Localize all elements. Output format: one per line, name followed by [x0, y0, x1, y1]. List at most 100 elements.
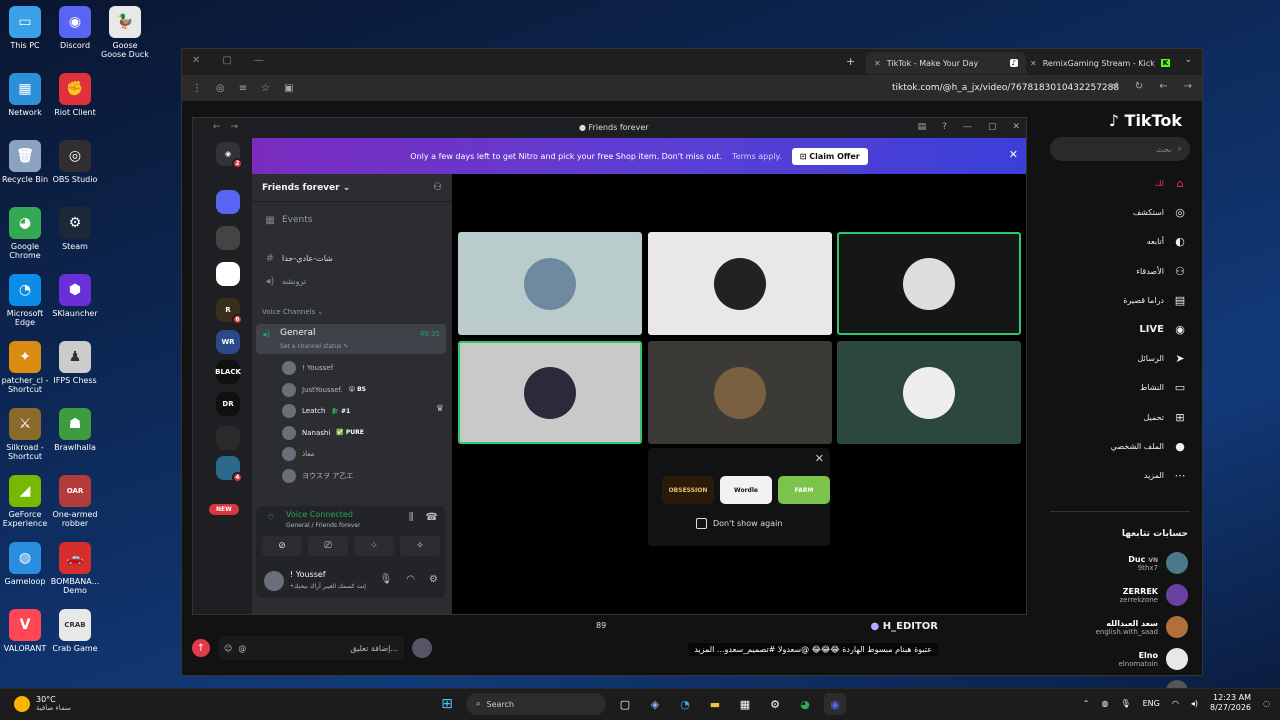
- clock[interactable]: 12:23 AM 8/27/2026: [1210, 693, 1251, 714]
- direct-messages-button[interactable]: ◉ 2: [216, 142, 243, 169]
- gear-icon[interactable]: ⚙: [429, 574, 438, 585]
- microphone-icon[interactable]: 🎙: [1120, 699, 1130, 708]
- terms-link[interactable]: Terms apply.: [732, 152, 782, 161]
- desktop-icon[interactable]: ♟ IFPS Chess: [50, 341, 100, 385]
- voice-user[interactable]: ヨウスヲ ア乙エ: [282, 466, 353, 486]
- voice-channel[interactable]: ◂) ترونشه: [260, 271, 444, 291]
- desktop-icon[interactable]: ☗ Brawlhalla: [50, 408, 100, 452]
- participant-tile[interactable]: [458, 341, 642, 444]
- desktop-icon[interactable]: ◢ GeForce Experience: [0, 475, 50, 528]
- copilot-icon[interactable]: ◈: [644, 693, 666, 715]
- participant-tile[interactable]: [837, 232, 1021, 335]
- voice-user[interactable]: ! Youssef: [282, 358, 333, 378]
- nav-item[interactable]: لك ⌂: [1048, 169, 1188, 198]
- start-icon[interactable]: ⊞: [436, 693, 458, 715]
- server-icon[interactable]: [216, 262, 240, 286]
- participant-tile[interactable]: [648, 232, 832, 335]
- new-tab-icon[interactable]: +: [846, 55, 855, 68]
- server-header[interactable]: Friends forever ⌄ ⚇: [252, 174, 452, 202]
- help-icon[interactable]: ?: [942, 122, 947, 132]
- voice-user[interactable]: Leatch 🐉 #1: [282, 401, 350, 421]
- following-account[interactable]: Elno elnomatoin: [1038, 643, 1188, 675]
- camera-off-button[interactable]: ⊘: [262, 536, 302, 556]
- tab-kick[interactable]: ✕ RemixGaming Stream - Kick Da K: [1022, 52, 1182, 74]
- notifications-icon[interactable]: ◌: [1263, 699, 1270, 708]
- forward-icon[interactable]: →: [1184, 81, 1192, 92]
- server-icon[interactable]: 4: [216, 456, 243, 483]
- soundboard-button[interactable]: ✧: [400, 536, 440, 556]
- microphone-icon[interactable]: 🎙: [380, 574, 393, 585]
- forward-icon[interactable]: →: [231, 122, 239, 132]
- account-icon[interactable]: ◎: [216, 83, 225, 94]
- screen-share-button[interactable]: ⎚: [308, 536, 348, 556]
- disconnect-icon[interactable]: ☎: [426, 512, 438, 523]
- nav-item[interactable]: الرسائل ➤: [1048, 344, 1188, 373]
- participant-tile[interactable]: [837, 341, 1021, 444]
- desktop-icon[interactable]: ▭ This PC: [0, 6, 50, 50]
- add-icon[interactable]: ↑: [192, 639, 210, 657]
- maximize-icon[interactable]: ▢: [988, 122, 997, 132]
- inbox-icon[interactable]: ▤: [918, 122, 927, 132]
- activity-game[interactable]: FARM: [778, 476, 830, 504]
- tiktok-logo[interactable]: ♪ TikTok: [1109, 111, 1182, 130]
- menu-icon[interactable]: ⋮: [192, 83, 202, 94]
- desktop-icon[interactable]: OAR One-armed robber: [50, 475, 100, 528]
- server-icon[interactable]: BLACK: [215, 360, 241, 384]
- file-explorer-icon[interactable]: ▬: [704, 693, 726, 715]
- nav-item[interactable]: دراما قصيرة ▤: [1048, 286, 1188, 315]
- video-author[interactable]: ● H_EDITOR: [871, 621, 938, 632]
- nav-item[interactable]: النشاط ▭: [1048, 373, 1188, 402]
- chevron-up-icon[interactable]: ⌃: [1083, 699, 1090, 708]
- server-icon[interactable]: R6: [216, 298, 243, 325]
- close-icon[interactable]: ✕: [815, 452, 824, 465]
- language[interactable]: ENG: [1143, 699, 1160, 708]
- star-icon[interactable]: ☆: [261, 83, 270, 94]
- desktop-icon[interactable]: 🗑 Recycle Bin: [0, 140, 50, 184]
- activities-button[interactable]: ⁘: [354, 536, 394, 556]
- minimize-icon[interactable]: —: [963, 122, 972, 132]
- text-channel[interactable]: # شات-عادي-جدا: [260, 248, 444, 268]
- desktop-icon[interactable]: ✊ Riot Client: [50, 73, 100, 117]
- voice-channel-general[interactable]: ◂) General 48:35 Set a channel status ✎: [256, 324, 446, 354]
- desktop-icon[interactable]: ⚙ Steam: [50, 207, 100, 251]
- desktop-icon[interactable]: ◔ Microsoft Edge: [0, 274, 50, 327]
- weather-widget[interactable]: 30°C سماء صافية: [14, 695, 71, 712]
- comment-input[interactable]: ☺ @ إضافة تعليق...: [218, 636, 404, 660]
- desktop-icon[interactable]: ◉ Discord: [50, 6, 100, 50]
- reload-icon[interactable]: ↻: [1135, 81, 1143, 92]
- voice-user[interactable]: معاذ: [282, 444, 314, 464]
- desktop-icon[interactable]: 🚗 BOMBANA... Demo: [50, 542, 100, 595]
- close-icon[interactable]: ✕: [1012, 122, 1020, 132]
- desktop-icon[interactable]: 🦆 Goose Goose Duck: [100, 6, 150, 59]
- discord-icon[interactable]: ◉: [824, 693, 846, 715]
- events-item[interactable]: ▦ Events: [260, 210, 444, 230]
- chrome-icon[interactable]: ◕: [794, 693, 816, 715]
- stream-icon[interactable]: ♛: [436, 404, 444, 414]
- following-account[interactable]: Duc VN 9thx7: [1038, 547, 1188, 579]
- tab-list-icon[interactable]: ⌄: [1184, 55, 1192, 65]
- desktop-icon[interactable]: ◍ Gameloop: [0, 542, 50, 586]
- edge-icon[interactable]: ◔: [674, 693, 696, 715]
- following-account[interactable]: سعد العبدالله english.with_saad: [1038, 611, 1188, 643]
- nav-item[interactable]: أتابعه ◐: [1048, 227, 1188, 256]
- emoji-icon[interactable]: ☺: [224, 644, 232, 653]
- server-icon[interactable]: DR: [216, 392, 240, 416]
- voice-user[interactable]: JustYoussef. 😮 BS: [282, 380, 366, 400]
- participant-tile[interactable]: [648, 341, 832, 444]
- noise-suppression-icon[interactable]: ⫼: [409, 512, 414, 523]
- desktop-icon[interactable]: ◎ OBS Studio: [50, 140, 100, 184]
- task-view-icon[interactable]: ▢: [614, 693, 636, 715]
- nav-item[interactable]: الأصدقاء ⚇: [1048, 257, 1188, 286]
- nav-item[interactable]: LIVE ◉: [1048, 315, 1188, 344]
- voice-user[interactable]: Nanashi ✅ PURE: [282, 423, 364, 443]
- desktop-icon[interactable]: CRAB Crab Game: [50, 609, 100, 653]
- voice-category[interactable]: Voice Channels ⌄: [262, 308, 323, 316]
- tiktok-search-input[interactable]: بحث ⌕: [1050, 137, 1190, 161]
- desktop-icon[interactable]: V VALORANT: [0, 609, 50, 653]
- activity-game[interactable]: OBSESSION: [662, 476, 714, 504]
- desktop-icon[interactable]: ⚔ Silkroad - Shortcut: [0, 408, 50, 461]
- close-icon[interactable]: ✕: [192, 55, 200, 66]
- tab-tiktok[interactable]: ✕ TikTok - Make Your Day ♪: [866, 52, 1026, 74]
- maximize-icon[interactable]: ▢: [222, 55, 231, 66]
- network-icon[interactable]: ◍: [1101, 699, 1108, 708]
